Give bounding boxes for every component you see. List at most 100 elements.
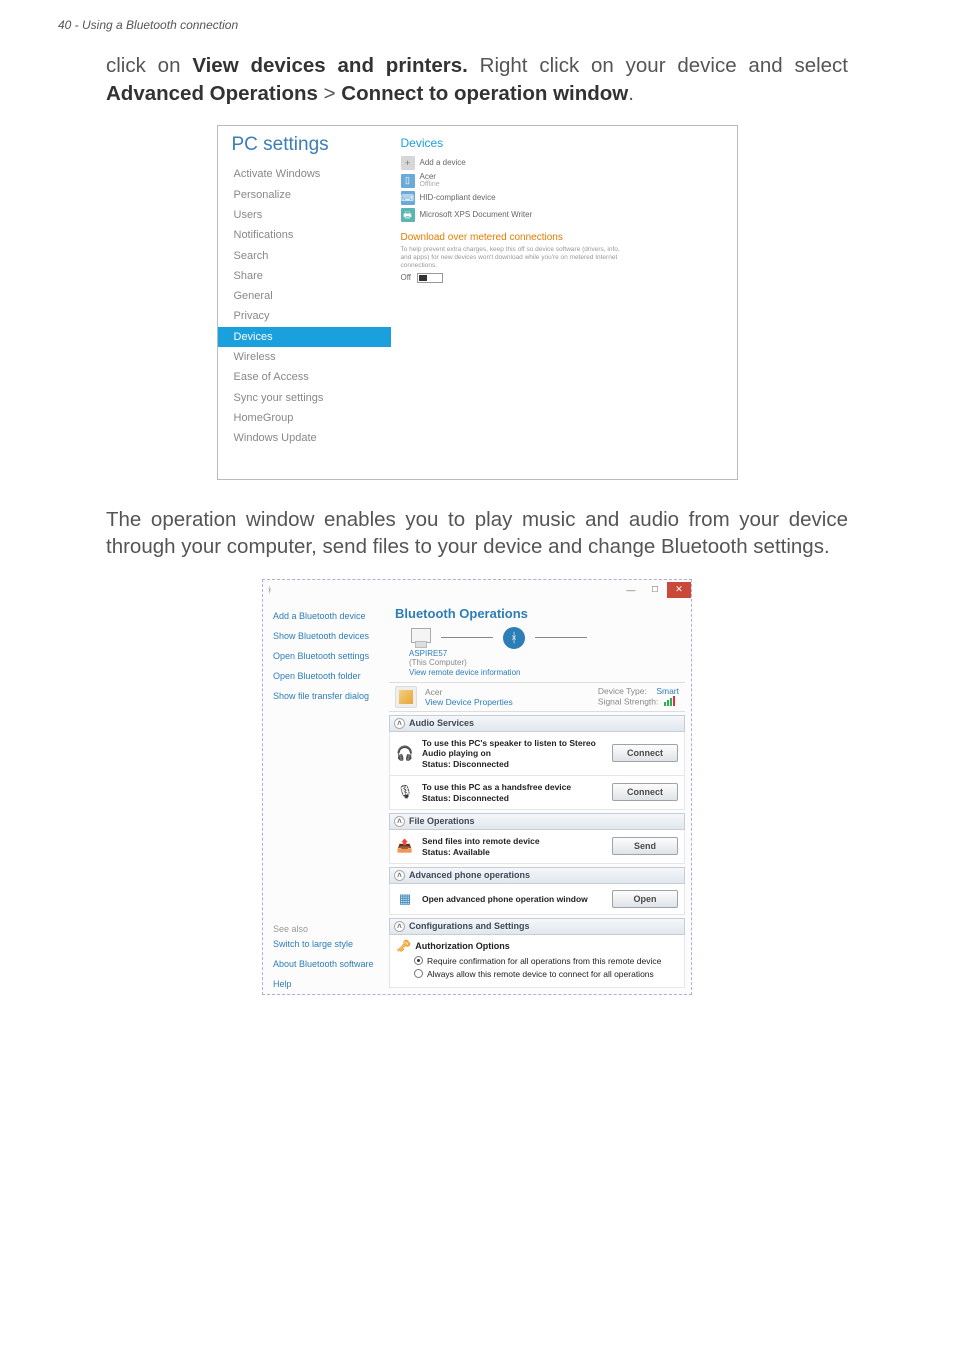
- intro-paragraph-2: The operation window enables you to play…: [106, 506, 848, 561]
- device-acer-text: Acer Offline: [420, 173, 440, 188]
- side-about-bt-software[interactable]: About Bluetooth software: [273, 954, 387, 974]
- chevron-up-icon: ˄: [394, 870, 405, 881]
- connect-button-stereo[interactable]: Connect: [612, 744, 678, 762]
- pc-icon: [409, 628, 431, 648]
- section-audio-label: Audio Services: [409, 718, 474, 728]
- sidebar-item-share[interactable]: Share: [232, 266, 391, 286]
- device-name: Acer: [425, 687, 442, 697]
- chevron-up-icon: ˄: [394, 816, 405, 827]
- section-advanced-label: Advanced phone operations: [409, 870, 530, 880]
- page-header: 40 - Using a Bluetooth connection: [58, 18, 896, 32]
- maximize-button[interactable]: ☐: [643, 582, 667, 598]
- device-summary: Acer View Device Properties Device Type:…: [389, 682, 685, 712]
- handsfree-text: To use this PC as a handsfree device Sta…: [422, 782, 604, 803]
- device-row-xps[interactable]: 🖶 Microsoft XPS Document Writer: [401, 208, 723, 222]
- sidebar-item-general[interactable]: General: [232, 286, 391, 306]
- minimize-button[interactable]: —: [619, 582, 643, 598]
- sidebar-item-notifications[interactable]: Notifications: [232, 225, 391, 245]
- intro-paragraph-1: click on View devices and printers. Righ…: [106, 52, 848, 107]
- close-button[interactable]: ✕: [667, 582, 691, 598]
- download-metered-heading: Download over metered connections: [401, 232, 723, 243]
- section-audio-services[interactable]: ˄ Audio Services: [389, 715, 685, 732]
- section-file-operations[interactable]: ˄ File Operations: [389, 813, 685, 830]
- sidebar-item-search[interactable]: Search: [232, 246, 391, 266]
- sendfiles-status: Status: Available: [422, 847, 604, 857]
- connect-button-handsfree[interactable]: Connect: [612, 783, 678, 801]
- bluetooth-badge-icon: ᚼ: [503, 627, 525, 649]
- pc-role: (This Computer): [409, 658, 467, 667]
- bt-operations-title: Bluetooth Operations: [395, 606, 685, 621]
- diagram-labels: ASPIRE57 (This Computer) View remote dev…: [409, 649, 685, 678]
- side-show-bt-devices[interactable]: Show Bluetooth devices: [273, 626, 387, 646]
- view-remote-info-link[interactable]: View remote device information: [409, 668, 520, 677]
- sidebar-item-devices[interactable]: Devices: [218, 327, 391, 347]
- side-add-bt-device[interactable]: Add a Bluetooth device: [273, 606, 387, 626]
- device-xps-text: Microsoft XPS Document Writer: [420, 211, 533, 219]
- side-help[interactable]: Help: [273, 974, 387, 994]
- side-switch-large-style[interactable]: Switch to large style: [273, 934, 387, 954]
- auth-option-always[interactable]: Always allow this remote device to conne…: [414, 969, 678, 979]
- handsfree-desc: To use this PC as a handsfree device: [422, 782, 571, 792]
- sendfiles-text: Send files into remote device Status: Av…: [422, 836, 604, 857]
- sendfiles-desc: Send files into remote device: [422, 836, 540, 846]
- signal-bars-icon: [663, 696, 675, 708]
- sidebar-item-activate-windows[interactable]: Activate Windows: [232, 164, 391, 184]
- sidebar-item-privacy[interactable]: Privacy: [232, 306, 391, 326]
- pc-name: ASPIRE57: [409, 649, 447, 658]
- radio-unselected-icon: [414, 969, 423, 978]
- devices-heading: Devices: [401, 136, 723, 150]
- sidebar-item-personalize[interactable]: Personalize: [232, 185, 391, 205]
- view-devices-strong: View devices and printers.: [192, 54, 468, 77]
- side-open-bt-folder[interactable]: Open Bluetooth folder: [273, 666, 387, 686]
- sidebar-item-sync[interactable]: Sync your settings: [232, 388, 391, 408]
- section-file-label: File Operations: [409, 816, 475, 826]
- bluetooth-operations-screenshot: ᚼ — ☐ ✕ Add a Bluetooth device Show Blue…: [262, 579, 692, 995]
- authorization-title: 🗝 Authorization Options: [396, 939, 678, 953]
- sidebar-item-wireless[interactable]: Wireless: [232, 347, 391, 367]
- toggle-label: Off: [401, 273, 412, 282]
- authorization-block: 🗝 Authorization Options Require confirma…: [389, 935, 685, 988]
- side-open-bt-settings[interactable]: Open Bluetooth settings: [273, 646, 387, 666]
- service-send-files: 📤 Send files into remote device Status: …: [389, 830, 685, 864]
- printer-icon: 🖶: [401, 208, 415, 222]
- device-summary-right: Device Type: Smart Signal Strength:: [598, 686, 679, 708]
- intro-gt: >: [318, 82, 341, 105]
- sidebar-item-ease-of-access[interactable]: Ease of Access: [232, 367, 391, 387]
- stereo-status: Status: Disconnected: [422, 759, 604, 769]
- service-stereo-audio: 🎧 To use this PC's speaker to listen to …: [389, 732, 685, 776]
- device-acer-name: Acer: [420, 172, 436, 181]
- send-file-icon: 📤: [396, 837, 414, 855]
- section-advanced-phone[interactable]: ˄ Advanced phone operations: [389, 867, 685, 884]
- intro-text-mid: Right click on your device and select: [468, 54, 848, 77]
- sidebar-item-windows-update[interactable]: Windows Update: [232, 428, 391, 448]
- view-device-properties-link[interactable]: View Device Properties: [425, 697, 513, 707]
- add-device-row[interactable]: + Add a device: [401, 156, 723, 170]
- radio-selected-icon: [414, 956, 423, 965]
- advanced-operations-strong: Advanced Operations: [106, 82, 318, 105]
- sidebar-item-users[interactable]: Users: [232, 205, 391, 225]
- device-hid-text: HID-compliant device: [420, 194, 496, 202]
- window-buttons: — ☐ ✕: [619, 582, 691, 598]
- auth-option-require-label: Require confirmation for all operations …: [427, 956, 661, 966]
- sidebar-item-homegroup[interactable]: HomeGroup: [232, 408, 391, 428]
- pc-settings-title: PC settings: [232, 134, 391, 156]
- plus-icon: +: [401, 156, 415, 170]
- open-button[interactable]: Open: [612, 890, 678, 908]
- toggle-row: Off: [401, 273, 723, 283]
- device-row-hid[interactable]: ⌨ HID-compliant device: [401, 191, 723, 205]
- intro-text: click on: [106, 54, 192, 77]
- send-button[interactable]: Send: [612, 837, 678, 855]
- phone-icon: ▯: [401, 174, 415, 188]
- device-row-acer[interactable]: ▯ Acer Offline: [401, 173, 723, 188]
- authorization-label: Authorization Options: [415, 941, 510, 951]
- device-acer-status: Offline: [420, 181, 440, 188]
- bluetooth-icon: ᚼ: [267, 585, 272, 595]
- download-metered-desc: To help prevent extra charges, keep this…: [401, 246, 631, 269]
- auth-option-require[interactable]: Require confirmation for all operations …: [414, 956, 678, 966]
- toggle-switch[interactable]: [417, 273, 443, 283]
- device-type-label: Device Type:: [598, 686, 647, 696]
- side-show-file-transfer[interactable]: Show file transfer dialog: [273, 686, 387, 706]
- device-type-value: Smart: [656, 686, 679, 696]
- section-configurations[interactable]: ˄ Configurations and Settings: [389, 918, 685, 935]
- service-handsfree: 🎙 To use this PC as a handsfree device S…: [389, 776, 685, 810]
